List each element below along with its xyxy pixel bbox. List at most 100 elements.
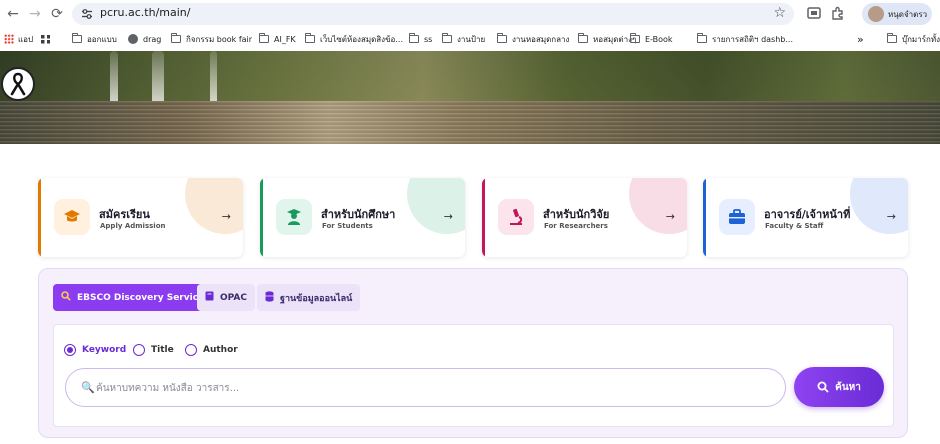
card-accent-bar <box>38 178 41 257</box>
bookmark-item[interactable]: รายการสถิติฯ dashb... <box>697 32 793 46</box>
bookmark-label: ออกแบบ <box>87 34 117 44</box>
database-icon <box>265 290 274 305</box>
profile-chip[interactable]: หนุดจำตรว <box>862 3 932 25</box>
radio-checked-icon <box>64 344 76 356</box>
arrow-right-icon: → <box>886 210 896 223</box>
card-decor-blob <box>407 178 465 234</box>
fountain-spray <box>152 51 164 103</box>
radio-author[interactable]: Author <box>185 344 238 356</box>
bookmark-item[interactable]: ออกแบบ <box>72 32 117 46</box>
mourning-ribbon-icon <box>1 67 35 101</box>
profile-name: หนุดจำตรว <box>888 10 928 19</box>
search-form: Keyword Title Author 🔍 ค้นหา <box>53 324 894 427</box>
hero-water <box>0 101 940 144</box>
search-input[interactable] <box>96 378 756 398</box>
search-button[interactable]: ค้นหา <box>794 367 884 407</box>
briefcase-icon <box>719 199 755 235</box>
bookmark-item[interactable]: งานหอสมุดกลาง <box>497 32 569 46</box>
folder-icon <box>72 33 82 43</box>
bookmark-apps[interactable]: แอป <box>4 32 33 46</box>
bookmark-label: งานป้าย <box>457 34 486 44</box>
category-card-faculty[interactable]: อาจารย์/เจ้าหน้าที่ Faculty & Staff → <box>703 178 908 257</box>
hero-banner-image <box>0 51 940 144</box>
radio-title[interactable]: Title <box>133 344 174 356</box>
arrow-right-icon: → <box>665 210 675 223</box>
radio-label: Author <box>203 345 238 355</box>
card-decor-blob <box>185 178 243 234</box>
microscope-icon <box>498 199 534 235</box>
forward-arrow-icon[interactable]: → <box>26 5 44 23</box>
card-title: อาจารย์/เจ้าหน้าที่ <box>764 208 851 221</box>
radio-label: Keyword <box>82 345 127 355</box>
address-bar[interactable]: pcru.ac.th/main/ ☆ <box>72 3 794 25</box>
bookmark-label: ss <box>424 34 433 44</box>
bookmark-label: E-Book <box>645 34 673 44</box>
tab-ebsco[interactable]: EBSCO Discovery Service <box>53 284 213 311</box>
bookmark-item[interactable]: งานป้าย <box>442 32 485 46</box>
card-subtitle: Apply Admission <box>100 222 166 230</box>
card-title: สำหรับนักศึกษา <box>321 208 396 221</box>
extensions-icon[interactable] <box>830 5 846 21</box>
tab-label: OPAC <box>220 292 247 303</box>
tab-label: EBSCO Discovery Service <box>77 292 205 303</box>
tab-groups-icon <box>41 34 50 44</box>
bookmark-label: บุ๊กมาร์กทั้งห <box>902 34 940 44</box>
tab-opac[interactable]: OPAC <box>197 284 255 311</box>
bookmark-item[interactable]: หอสมุดต่างๆ <box>578 32 636 46</box>
bookmark-item[interactable]: AI_FK <box>259 32 296 46</box>
bookmark-tab-groups[interactable] <box>41 32 50 46</box>
folder-icon <box>497 33 507 43</box>
folder-icon <box>305 33 315 43</box>
magnifier-icon: 🔍 <box>81 381 95 394</box>
hero-trees <box>0 51 940 103</box>
category-card-admission[interactable]: สมัครเรียน Apply Admission → <box>38 178 243 257</box>
bookmark-item-all[interactable]: บุ๊กมาร์กทั้งห <box>887 32 940 46</box>
bookmark-label: เว็บไซต์ห้องสมุดสิงข้อ... <box>320 34 403 44</box>
bookmarks-overflow-chevron-icon[interactable]: » <box>857 32 864 46</box>
site-settings-icon[interactable] <box>81 8 93 20</box>
bookmark-apps-label: แอป <box>18 34 34 44</box>
card-decor-blob <box>629 178 687 234</box>
fountain-spray <box>110 51 118 103</box>
folder-icon <box>171 33 181 43</box>
back-arrow-icon[interactable]: ← <box>4 5 22 23</box>
bookmark-item[interactable]: drag <box>128 32 161 46</box>
bookmark-label: งานหอสมุดกลาง <box>512 34 570 44</box>
bookmark-item[interactable]: ss <box>409 32 432 46</box>
tab-online-databases[interactable]: ฐานข้อมูลออนไลน์ <box>257 284 361 311</box>
search-field[interactable]: 🔍 <box>65 368 786 407</box>
bookmarks-bar: แอป ออกแบบ drag กิจกรรม book fair AI_FK … <box>0 28 940 50</box>
search-icon <box>817 381 829 393</box>
card-title: สำหรับนักวิจัย <box>543 208 610 221</box>
cast-icon[interactable] <box>806 5 822 21</box>
student-icon <box>276 199 312 235</box>
search-button-label: ค้นหา <box>835 381 861 393</box>
card-accent-bar <box>703 178 706 257</box>
bookmark-item[interactable]: กิจกรรม book fair <box>171 32 252 46</box>
card-subtitle: Faculty & Staff <box>765 222 824 230</box>
card-subtitle: For Students <box>322 222 373 230</box>
url-text[interactable]: pcru.ac.th/main/ <box>100 6 191 19</box>
search-icon <box>61 291 71 304</box>
card-accent-bar <box>482 178 485 257</box>
radio-label: Title <box>151 345 174 355</box>
bookmark-item[interactable]: เว็บไซต์ห้องสมุดสิงข้อ... <box>305 32 403 46</box>
graduation-cap-icon <box>54 199 90 235</box>
fountain-spray <box>210 51 217 103</box>
category-card-researchers[interactable]: สำหรับนักวิจัย For Researchers → <box>482 178 687 257</box>
radio-keyword[interactable]: Keyword <box>64 344 126 356</box>
radio-unchecked-icon <box>133 344 145 356</box>
bookmark-label: AI_FK <box>274 34 296 44</box>
category-card-students[interactable]: สำหรับนักศึกษา For Students → <box>260 178 465 257</box>
radio-unchecked-icon <box>185 344 197 356</box>
search-panel: EBSCO Discovery Service OPAC ฐานข้อมูลออ… <box>38 268 908 438</box>
reload-icon[interactable]: ⟳ <box>48 5 66 23</box>
folder-icon <box>442 33 452 43</box>
bookmark-item[interactable]: E-Book <box>630 32 673 46</box>
folder-icon <box>259 33 269 43</box>
arrow-right-icon: → <box>443 210 453 223</box>
folder-icon <box>697 33 707 43</box>
folder-icon <box>630 33 640 43</box>
globe-icon <box>128 34 138 44</box>
bookmark-star-icon[interactable]: ☆ <box>773 5 786 21</box>
